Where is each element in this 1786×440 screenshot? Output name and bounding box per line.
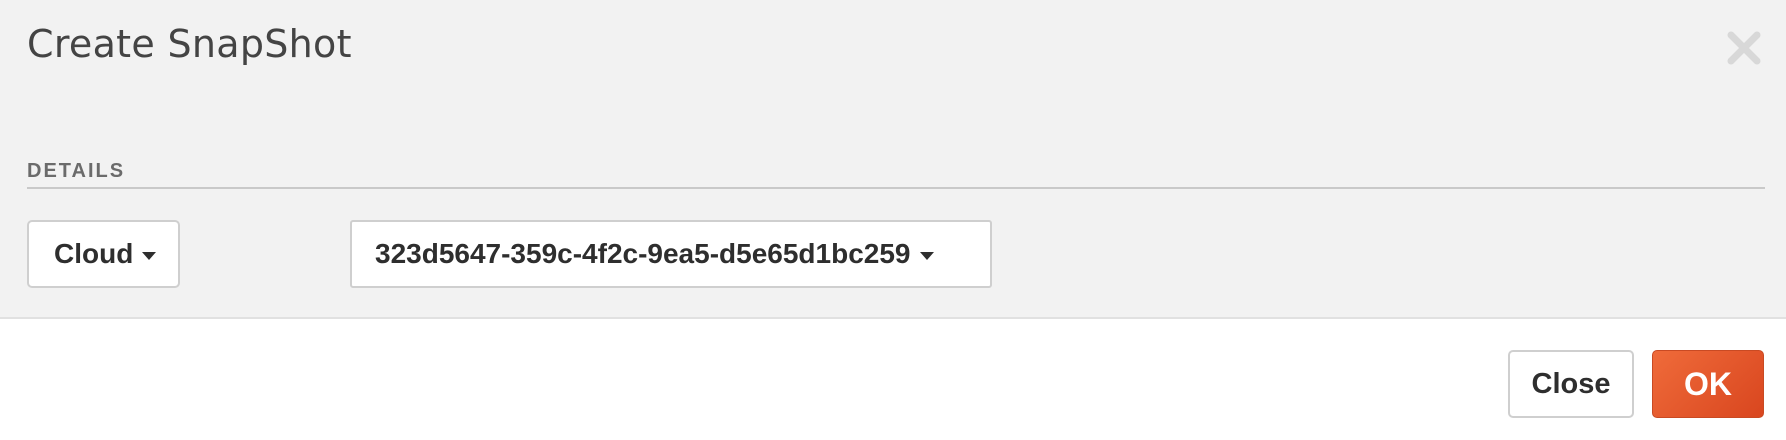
details-divider bbox=[27, 187, 1765, 189]
cloud-dropdown[interactable]: Cloud bbox=[27, 220, 180, 288]
create-snapshot-dialog: Create SnapShot DETAILS Cloud 323d5647-3… bbox=[0, 0, 1786, 440]
dialog-title: Create SnapShot bbox=[27, 22, 352, 66]
instance-dropdown[interactable]: 323d5647-359c-4f2c-9ea5-d5e65d1bc259 bbox=[350, 220, 992, 288]
chevron-down-icon bbox=[919, 251, 934, 260]
details-section-label: DETAILS bbox=[27, 160, 126, 182]
chevron-down-icon bbox=[142, 251, 157, 260]
dialog-body: Create SnapShot DETAILS Cloud 323d5647-3… bbox=[0, 0, 1786, 319]
instance-dropdown-value: 323d5647-359c-4f2c-9ea5-d5e65d1bc259 bbox=[375, 238, 911, 269]
close-button[interactable]: Close bbox=[1508, 350, 1634, 418]
close-icon[interactable] bbox=[1726, 30, 1762, 66]
cloud-dropdown-value: Cloud bbox=[54, 238, 134, 269]
close-icon-svg bbox=[1727, 31, 1761, 65]
ok-button[interactable]: OK bbox=[1652, 350, 1764, 418]
